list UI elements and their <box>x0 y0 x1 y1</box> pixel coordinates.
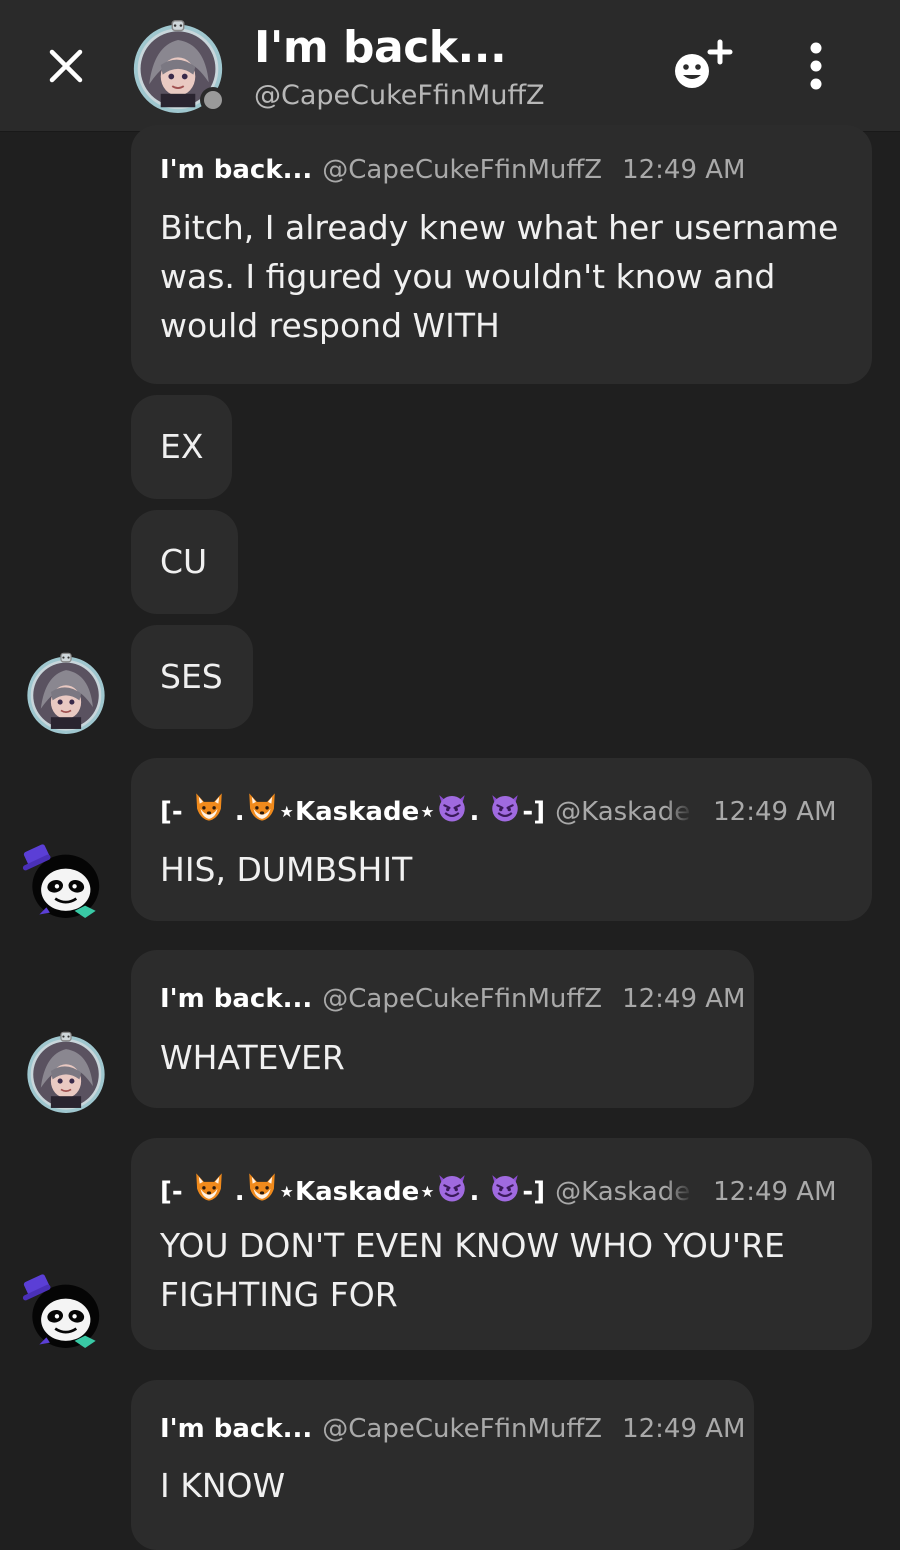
timestamp: 12:49 AM <box>713 797 837 827</box>
presence-dot <box>200 87 226 113</box>
message-bubble[interactable]: I'm back... @CapeCukeFfinMuffZ 12:49 AM … <box>131 125 872 384</box>
author-name[interactable]: [- . ⋆Kaskade⋆. -] <box>160 790 545 827</box>
more-options-button[interactable] <box>800 40 832 92</box>
message-text: SES <box>160 657 223 696</box>
fox-emoji <box>245 1170 279 1204</box>
author-handle: @CapeCukeFfinMuffZ <box>322 1414 603 1444</box>
author-handle: @KaskadeF <box>555 1177 694 1207</box>
devil-emoji <box>488 790 522 824</box>
message-text: Bitch, I already knew what her username … <box>160 208 839 345</box>
message-bubble[interactable]: CU <box>131 510 238 614</box>
author-name[interactable]: I'm back... <box>160 155 312 185</box>
message-text: WHATEVER <box>160 1038 345 1077</box>
message-text: EX <box>160 427 204 466</box>
author-name[interactable]: I'm back... <box>160 1414 312 1444</box>
message-meta: I'm back... @CapeCukeFfinMuffZ 12:49 AM <box>160 155 746 185</box>
fox-emoji <box>245 790 279 824</box>
author-handle: @CapeCukeFfinMuffZ <box>322 984 603 1014</box>
author-name[interactable]: I'm back... <box>160 984 312 1014</box>
close-icon <box>49 49 83 83</box>
author-handle: @CapeCukeFfinMuffZ <box>322 155 603 185</box>
message-list[interactable]: I'm back... @CapeCukeFfinMuffZ 12:49 AM … <box>0 125 900 1550</box>
author-name[interactable]: [- . ⋆Kaskade⋆. -] <box>160 1170 545 1207</box>
message-text: YOU DON'T EVEN KNOW WHO YOU'RE FIGHTING … <box>160 1226 785 1314</box>
fox-emoji <box>192 1170 226 1204</box>
avatar[interactable] <box>20 1267 108 1355</box>
message-meta: I'm back... @CapeCukeFfinMuffZ 12:49 AM <box>160 1414 746 1444</box>
close-button[interactable] <box>44 44 88 88</box>
message-meta: [- . ⋆Kaskade⋆. -] @KaskadeF 12:49 AM <box>160 1170 837 1207</box>
message-bubble[interactable]: EX <box>131 395 232 499</box>
message-text: CU <box>160 542 208 581</box>
devil-emoji <box>435 1170 469 1204</box>
message-bubble[interactable]: [- . ⋆Kaskade⋆. -] @KaskadeF 12:49 AM HIS… <box>131 758 872 921</box>
message-bubble[interactable]: SES <box>131 625 253 729</box>
avatar[interactable] <box>24 1029 108 1113</box>
timestamp: 12:49 AM <box>622 155 746 185</box>
avatar[interactable] <box>20 837 108 925</box>
devil-emoji <box>488 1170 522 1204</box>
header-title[interactable]: I'm back... <box>254 22 507 73</box>
message-bubble[interactable]: I'm back... @CapeCukeFfinMuffZ 12:49 AM … <box>131 1380 754 1550</box>
author-handle: @KaskadeF <box>555 797 694 827</box>
add-user-icon <box>675 39 733 88</box>
message-meta: [- . ⋆Kaskade⋆. -] @KaskadeF 12:49 AM <box>160 790 837 827</box>
message-bubble[interactable]: [- . ⋆Kaskade⋆. -] @KaskadeF 12:49 AM YOU… <box>131 1138 872 1350</box>
timestamp: 12:49 AM <box>713 1177 837 1207</box>
chat-header: I'm back... @CapeCukeFfinMuffZ <box>0 0 900 131</box>
devil-emoji <box>435 790 469 824</box>
message-meta: I'm back... @CapeCukeFfinMuffZ 12:49 AM <box>160 984 746 1014</box>
avatar[interactable] <box>24 650 108 734</box>
header-avatar[interactable] <box>130 17 226 113</box>
timestamp: 12:49 AM <box>622 984 746 1014</box>
more-vertical-icon <box>810 42 822 90</box>
header-handle: @CapeCukeFfinMuffZ <box>254 80 545 111</box>
message-text: I KNOW <box>160 1466 286 1505</box>
timestamp: 12:49 AM <box>622 1414 746 1444</box>
add-user-button[interactable] <box>672 38 734 92</box>
fox-emoji <box>192 790 226 824</box>
message-bubble[interactable]: I'm back... @CapeCukeFfinMuffZ 12:49 AM … <box>131 950 754 1108</box>
message-text: HIS, DUMBSHIT <box>160 850 413 889</box>
